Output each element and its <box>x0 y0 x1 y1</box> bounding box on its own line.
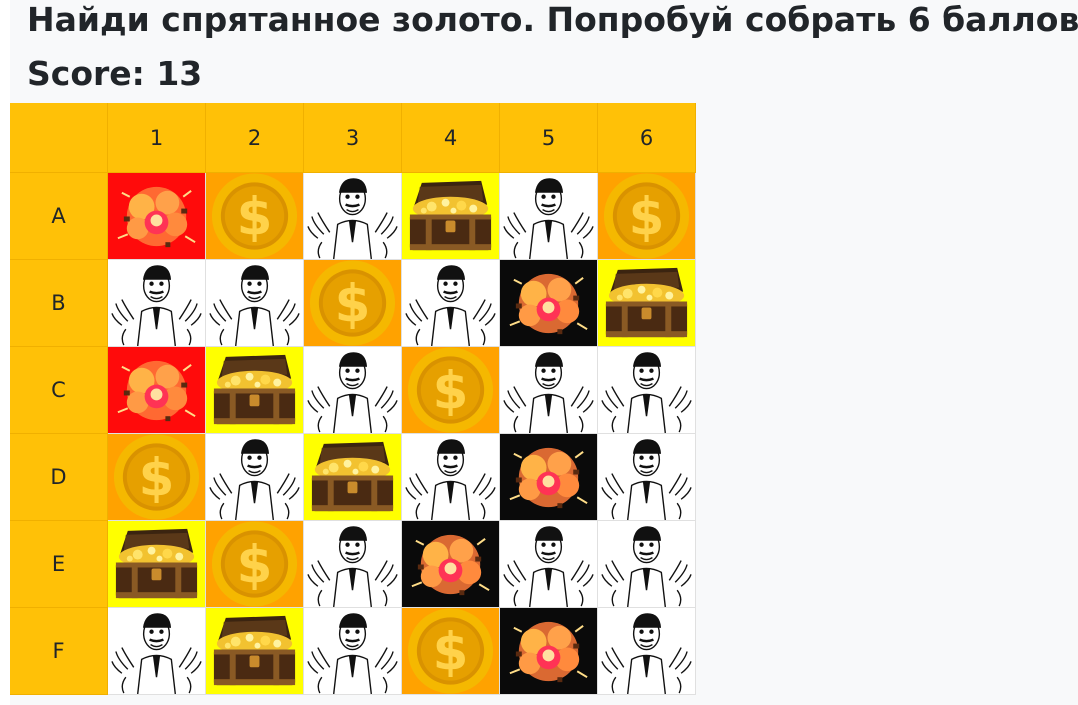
board-cell-a5[interactable] <box>500 173 598 260</box>
meme-man-icon <box>206 260 303 346</box>
svg-text:$: $ <box>433 622 469 682</box>
meme-man-icon <box>598 521 695 607</box>
page: Найди спрятанное золото. Попробуй собрат… <box>10 0 1078 705</box>
board-cell-b5[interactable] <box>500 260 598 347</box>
board-cell-e2[interactable]: $ <box>206 521 304 608</box>
svg-text:$: $ <box>237 187 273 247</box>
board-cell-f2[interactable] <box>206 608 304 695</box>
dollar-coin-icon: $ <box>598 173 695 259</box>
treasure-chest-icon <box>598 260 695 346</box>
meme-man-icon <box>304 347 401 433</box>
column-header: 2 <box>206 103 304 173</box>
explosion-icon <box>402 521 499 607</box>
column-header: 3 <box>304 103 402 173</box>
board-corner <box>10 103 108 173</box>
board-cell-a4[interactable] <box>402 173 500 260</box>
board-cell-c4[interactable]: $ <box>402 347 500 434</box>
board-cell-b3[interactable]: $ <box>304 260 402 347</box>
board-cell-d2[interactable] <box>206 434 304 521</box>
score-display: Score: 13 <box>27 54 203 93</box>
board-cell-d5[interactable] <box>500 434 598 521</box>
svg-text:$: $ <box>139 448 175 508</box>
board-cell-d6[interactable] <box>598 434 696 521</box>
row-header: E <box>10 521 108 608</box>
svg-text:$: $ <box>629 187 665 247</box>
board-cell-c1[interactable] <box>108 347 206 434</box>
meme-man-icon <box>598 347 695 433</box>
meme-man-icon <box>500 173 597 259</box>
column-header: 4 <box>402 103 500 173</box>
svg-text:$: $ <box>433 361 469 421</box>
board-cell-f3[interactable] <box>304 608 402 695</box>
board-cell-f4[interactable]: $ <box>402 608 500 695</box>
treasure-chest-icon <box>206 608 303 694</box>
meme-man-icon <box>304 521 401 607</box>
meme-man-icon <box>500 347 597 433</box>
explosion-icon <box>500 608 597 694</box>
explosion-icon <box>108 173 205 259</box>
dollar-coin-icon: $ <box>206 521 303 607</box>
meme-man-icon <box>402 260 499 346</box>
board-cell-a2[interactable]: $ <box>206 173 304 260</box>
board-cell-c2[interactable] <box>206 347 304 434</box>
meme-man-icon <box>500 521 597 607</box>
explosion-icon <box>500 434 597 520</box>
treasure-chest-icon <box>402 173 499 259</box>
dollar-coin-icon: $ <box>206 173 303 259</box>
game-board: 123456 A $ $ B $ C $ D $ E $ F $ <box>10 103 696 695</box>
board-cell-d4[interactable] <box>402 434 500 521</box>
board-cell-d1[interactable]: $ <box>108 434 206 521</box>
board-cell-a3[interactable] <box>304 173 402 260</box>
meme-man-icon <box>108 608 205 694</box>
board-cell-b1[interactable] <box>108 260 206 347</box>
board-cell-e3[interactable] <box>304 521 402 608</box>
treasure-chest-icon <box>108 521 205 607</box>
board-cell-b6[interactable] <box>598 260 696 347</box>
board-cell-d3[interactable] <box>304 434 402 521</box>
board-cell-a1[interactable] <box>108 173 206 260</box>
column-header: 1 <box>108 103 206 173</box>
treasure-chest-icon <box>206 347 303 433</box>
board-cell-f1[interactable] <box>108 608 206 695</box>
svg-text:$: $ <box>237 535 273 595</box>
board-cell-b4[interactable] <box>402 260 500 347</box>
board-cell-b2[interactable] <box>206 260 304 347</box>
dollar-coin-icon: $ <box>304 260 401 346</box>
row-header: B <box>10 260 108 347</box>
meme-man-icon <box>304 173 401 259</box>
board-cell-c5[interactable] <box>500 347 598 434</box>
board-cell-e1[interactable] <box>108 521 206 608</box>
meme-man-icon <box>598 608 695 694</box>
svg-text:$: $ <box>335 274 371 334</box>
row-header: C <box>10 347 108 434</box>
meme-man-icon <box>206 434 303 520</box>
explosion-icon <box>500 260 597 346</box>
board-cell-f6[interactable] <box>598 608 696 695</box>
page-title: Найди спрятанное золото. Попробуй собрат… <box>27 0 1078 39</box>
meme-man-icon <box>304 608 401 694</box>
column-header: 6 <box>598 103 696 173</box>
board-cell-c3[interactable] <box>304 347 402 434</box>
board-cell-c6[interactable] <box>598 347 696 434</box>
row-header: F <box>10 608 108 695</box>
explosion-icon <box>108 347 205 433</box>
column-header: 5 <box>500 103 598 173</box>
board-cell-e5[interactable] <box>500 521 598 608</box>
dollar-coin-icon: $ <box>402 608 499 694</box>
meme-man-icon <box>598 434 695 520</box>
meme-man-icon <box>402 434 499 520</box>
board-cell-f5[interactable] <box>500 608 598 695</box>
dollar-coin-icon: $ <box>402 347 499 433</box>
board-cell-a6[interactable]: $ <box>598 173 696 260</box>
dollar-coin-icon: $ <box>108 434 205 520</box>
board-cell-e4[interactable] <box>402 521 500 608</box>
treasure-chest-icon <box>304 434 401 520</box>
row-header: A <box>10 173 108 260</box>
board-cell-e6[interactable] <box>598 521 696 608</box>
meme-man-icon <box>108 260 205 346</box>
row-header: D <box>10 434 108 521</box>
